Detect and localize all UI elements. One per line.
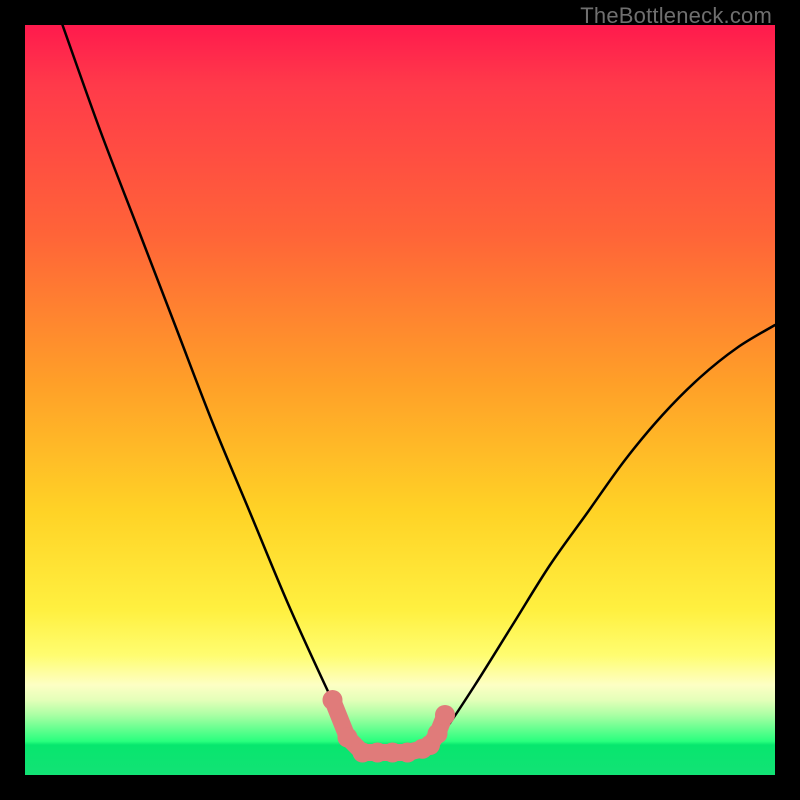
marker-dot — [428, 724, 448, 744]
marker-dot — [323, 690, 343, 710]
curve-layer — [25, 25, 775, 775]
attribution-text: TheBottleneck.com — [580, 3, 772, 29]
chart-frame: TheBottleneck.com — [0, 0, 800, 800]
plot-area — [25, 25, 775, 775]
bottleneck-curve — [63, 25, 776, 754]
marker-dot — [435, 705, 455, 725]
marker-dot — [338, 728, 358, 748]
optimal-range-markers — [323, 690, 456, 763]
